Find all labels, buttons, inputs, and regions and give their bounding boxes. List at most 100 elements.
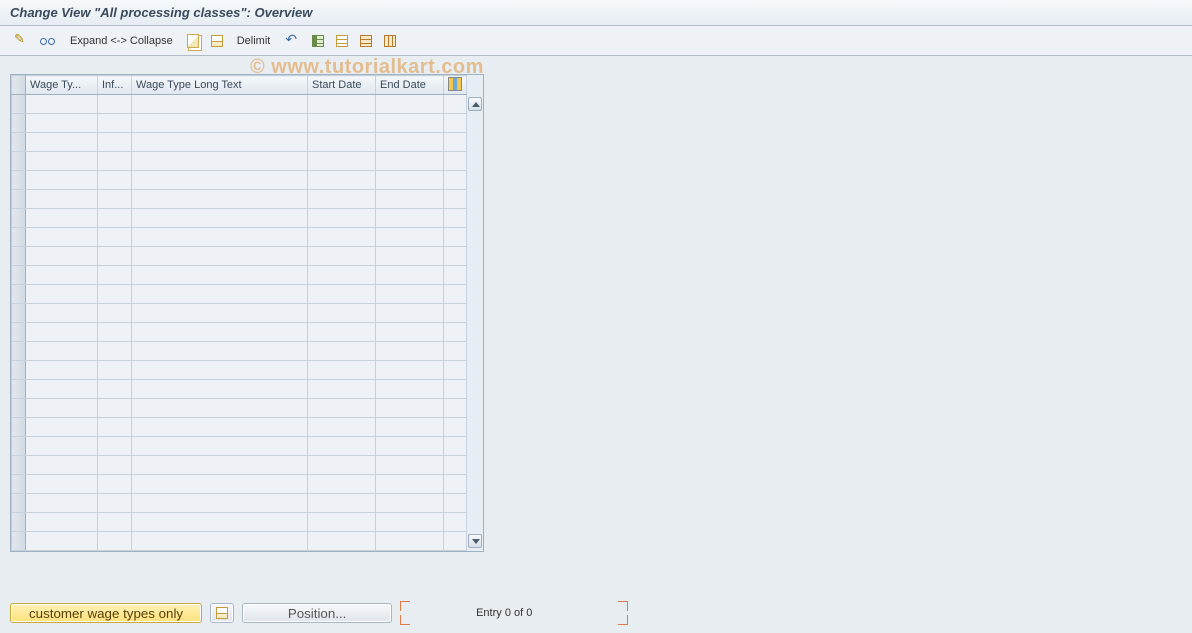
- cell[interactable]: [376, 228, 444, 247]
- cell[interactable]: [308, 209, 376, 228]
- row-selector[interactable]: [12, 285, 26, 304]
- cell[interactable]: [132, 171, 308, 190]
- row-selector[interactable]: [12, 209, 26, 228]
- delimit-button[interactable]: Delimit: [231, 35, 277, 47]
- cell[interactable]: [132, 323, 308, 342]
- cell[interactable]: [98, 399, 132, 418]
- cell[interactable]: [376, 342, 444, 361]
- row-selector[interactable]: [12, 513, 26, 532]
- cell[interactable]: [26, 380, 98, 399]
- table-row[interactable]: [12, 380, 483, 399]
- row-selector[interactable]: [12, 361, 26, 380]
- cell[interactable]: [26, 532, 98, 551]
- cell[interactable]: [132, 114, 308, 133]
- cell[interactable]: [26, 437, 98, 456]
- row-selector[interactable]: [12, 133, 26, 152]
- row-selector[interactable]: [12, 475, 26, 494]
- cell[interactable]: [98, 361, 132, 380]
- cell[interactable]: [26, 323, 98, 342]
- cell[interactable]: [132, 190, 308, 209]
- expand-collapse-button[interactable]: Expand <-> Collapse: [64, 35, 179, 47]
- table-row[interactable]: [12, 133, 483, 152]
- cell[interactable]: [26, 494, 98, 513]
- cell[interactable]: [376, 285, 444, 304]
- table-row[interactable]: [12, 399, 483, 418]
- cell[interactable]: [308, 532, 376, 551]
- cell[interactable]: [308, 114, 376, 133]
- cell[interactable]: [444, 190, 467, 209]
- cell[interactable]: [308, 304, 376, 323]
- table-row[interactable]: [12, 361, 483, 380]
- row-selector[interactable]: [12, 266, 26, 285]
- row-selector[interactable]: [12, 190, 26, 209]
- row-selector[interactable]: [12, 532, 26, 551]
- cell[interactable]: [376, 437, 444, 456]
- cell[interactable]: [444, 361, 467, 380]
- cell[interactable]: [132, 342, 308, 361]
- cell[interactable]: [444, 266, 467, 285]
- cell[interactable]: [98, 171, 132, 190]
- cell[interactable]: [308, 475, 376, 494]
- cell[interactable]: [132, 380, 308, 399]
- cell[interactable]: [444, 456, 467, 475]
- cell[interactable]: [376, 418, 444, 437]
- cell[interactable]: [98, 285, 132, 304]
- cell[interactable]: [444, 323, 467, 342]
- row-selector[interactable]: [12, 152, 26, 171]
- cell[interactable]: [132, 456, 308, 475]
- position-icon-button[interactable]: [210, 603, 234, 623]
- copy-button[interactable]: [183, 31, 203, 51]
- cell[interactable]: [26, 266, 98, 285]
- row-selector[interactable]: [12, 380, 26, 399]
- table-row[interactable]: [12, 475, 483, 494]
- cell[interactable]: [444, 513, 467, 532]
- cell[interactable]: [132, 285, 308, 304]
- cell[interactable]: [376, 513, 444, 532]
- cell[interactable]: [376, 456, 444, 475]
- cell[interactable]: [98, 437, 132, 456]
- table-row[interactable]: [12, 190, 483, 209]
- cell[interactable]: [444, 114, 467, 133]
- cell[interactable]: [308, 513, 376, 532]
- cell[interactable]: [26, 456, 98, 475]
- table-row[interactable]: [12, 304, 483, 323]
- cell[interactable]: [444, 95, 467, 114]
- details-button[interactable]: [36, 31, 60, 51]
- row-selector[interactable]: [12, 95, 26, 114]
- row-selector[interactable]: [12, 342, 26, 361]
- cell[interactable]: [308, 133, 376, 152]
- row-selector[interactable]: [12, 228, 26, 247]
- cell[interactable]: [444, 209, 467, 228]
- cell[interactable]: [132, 228, 308, 247]
- table-row[interactable]: [12, 418, 483, 437]
- cell[interactable]: [98, 494, 132, 513]
- cell[interactable]: [376, 190, 444, 209]
- cell[interactable]: [444, 342, 467, 361]
- row-selector[interactable]: [12, 418, 26, 437]
- cell[interactable]: [132, 532, 308, 551]
- cell[interactable]: [376, 304, 444, 323]
- table-row[interactable]: [12, 437, 483, 456]
- cell[interactable]: [376, 152, 444, 171]
- table-row[interactable]: [12, 513, 483, 532]
- cell[interactable]: [444, 304, 467, 323]
- cell[interactable]: [98, 532, 132, 551]
- cell[interactable]: [376, 399, 444, 418]
- table-row[interactable]: [12, 228, 483, 247]
- table-row[interactable]: [12, 171, 483, 190]
- select-all-button[interactable]: [207, 31, 227, 51]
- cell[interactable]: [132, 304, 308, 323]
- cell[interactable]: [376, 361, 444, 380]
- row-selector[interactable]: [12, 437, 26, 456]
- col-infotype[interactable]: Inf...: [98, 76, 132, 95]
- cell[interactable]: [132, 399, 308, 418]
- cell[interactable]: [308, 418, 376, 437]
- cell[interactable]: [98, 475, 132, 494]
- cell[interactable]: [26, 418, 98, 437]
- cell[interactable]: [308, 152, 376, 171]
- cell[interactable]: [444, 494, 467, 513]
- cell[interactable]: [26, 399, 98, 418]
- vscroll-track[interactable]: [467, 95, 483, 114]
- table-row[interactable]: [12, 323, 483, 342]
- row-selector-header[interactable]: [12, 76, 26, 95]
